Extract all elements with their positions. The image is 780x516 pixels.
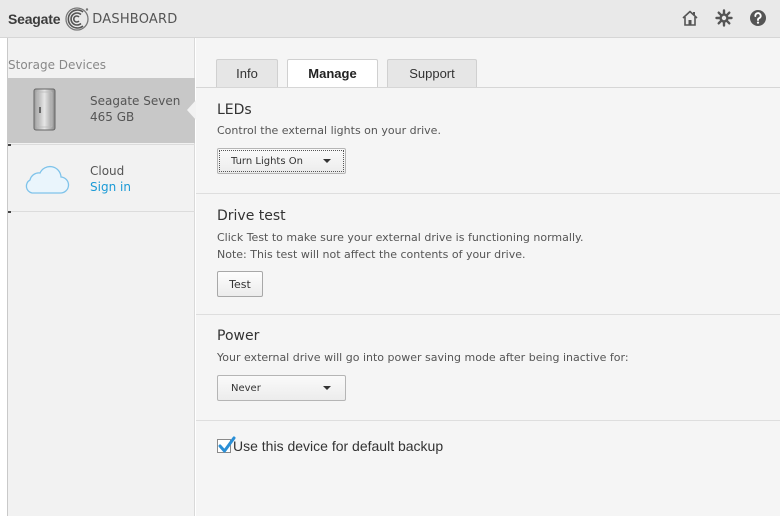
default-backup-label: Use this device for default backup	[233, 438, 444, 454]
app-title: DASHBOARD	[92, 11, 178, 27]
tab-bar: Info Manage Support	[216, 59, 477, 87]
cloud-icon	[25, 165, 70, 194]
drive-test-title: Drive test	[217, 208, 286, 224]
tab-manage[interactable]: Manage	[287, 59, 378, 87]
power-section: Power Your external drive will go into p…	[196, 315, 780, 421]
app-header: Seagate DASHBOARD	[0, 0, 780, 38]
chevron-down-icon	[323, 159, 331, 163]
power-dropdown-value: Never	[231, 382, 261, 394]
drive-test-section: Drive test Click Test to make sure your …	[196, 194, 780, 315]
brand-name: Seagate	[8, 11, 61, 27]
divider-mark	[8, 211, 11, 213]
help-icon[interactable]	[748, 8, 768, 28]
lights-dropdown[interactable]: Turn Lights On	[217, 148, 346, 174]
leds-description: Control the external lights on your driv…	[217, 124, 441, 137]
seagate-logo-icon	[65, 7, 89, 31]
drive-icon	[33, 88, 56, 131]
drive-test-line2: Note: This test will not affect the cont…	[217, 248, 526, 261]
sidebar-title: Storage Devices	[8, 58, 107, 72]
sidebar: Storage Devices Seagate Seven 465 GB Clo…	[8, 38, 196, 516]
tab-info[interactable]: Info	[216, 59, 278, 87]
power-title: Power	[217, 328, 260, 344]
device-name: Seagate Seven	[90, 94, 181, 108]
tab-support[interactable]: Support	[387, 59, 477, 87]
test-button[interactable]: Test	[217, 271, 263, 297]
leds-title: LEDs	[217, 102, 252, 118]
drive-test-line1: Click Test to make sure your external dr…	[217, 231, 584, 244]
chevron-down-icon	[323, 386, 331, 390]
sign-in-link[interactable]: Sign in	[90, 180, 131, 194]
sidebar-item-cloud[interactable]: Cloud Sign in	[8, 144, 195, 212]
selected-pointer	[187, 100, 196, 120]
device-capacity: 465 GB	[90, 110, 135, 124]
main-panel: Info Manage Support LEDs Control the ext…	[196, 38, 780, 516]
divider-mark	[8, 144, 11, 146]
gear-icon[interactable]	[714, 8, 734, 28]
leds-section: LEDs Control the external lights on your…	[196, 88, 780, 194]
device-name: Cloud	[90, 164, 125, 178]
default-backup-option[interactable]: Use this device for default backup	[217, 436, 444, 454]
brand-logo: Seagate DASHBOARD	[8, 7, 177, 31]
power-description: Your external drive will go into power s…	[217, 351, 629, 364]
home-icon[interactable]	[680, 8, 700, 28]
lights-dropdown-value: Turn Lights On	[231, 155, 303, 167]
checkmark-icon	[218, 436, 236, 453]
power-dropdown[interactable]: Never	[217, 375, 346, 401]
sidebar-item-seagate-seven[interactable]: Seagate Seven 465 GB	[8, 78, 196, 143]
default-backup-checkbox[interactable]	[217, 436, 236, 453]
